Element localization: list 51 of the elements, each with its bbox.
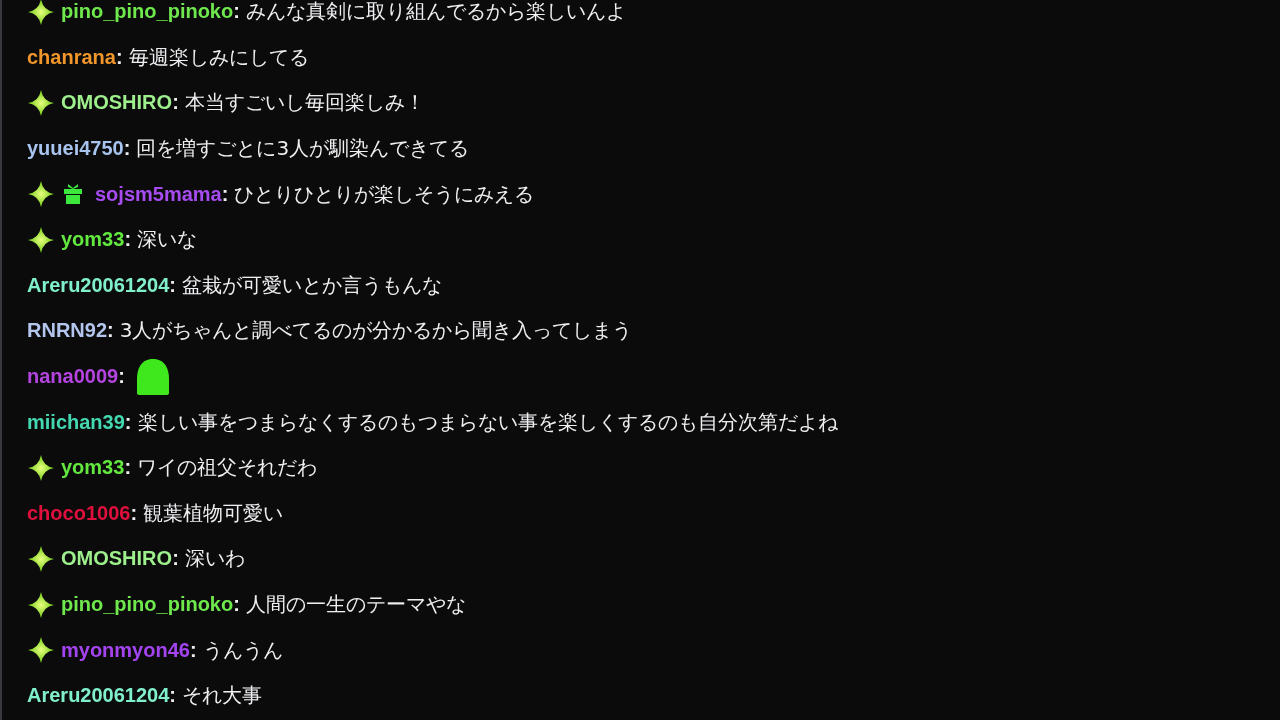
message-text: 毎週楽しみにしてる (128, 43, 309, 71)
colon: : (189, 638, 197, 662)
sparkle-badge-icon (27, 89, 55, 117)
message-text: 深いわ (184, 545, 245, 573)
username[interactable]: yuuei4750 (27, 137, 124, 161)
message-text: 3人がちゃんと調べてるのが分かるから聞き入ってしまう (119, 317, 633, 345)
username[interactable]: Areru20061204 (27, 273, 170, 297)
colon: : (221, 182, 229, 206)
username[interactable]: pino_pino_pinoko (61, 593, 234, 616)
username[interactable]: choco1006 (27, 501, 131, 525)
username[interactable]: chanrana (27, 45, 116, 69)
username[interactable]: OMOSHIRO (61, 91, 173, 115)
message-text: みんな真剣に取り組んでるから楽しいんよ (245, 0, 626, 26)
username[interactable]: OMOSHIRO (61, 547, 173, 571)
username[interactable]: RNRN92 (27, 319, 108, 343)
blob-emote-icon (134, 356, 171, 397)
colon: : (118, 365, 125, 389)
message-text: ひとりひとりが楽しそうにみえる (234, 180, 535, 208)
message-text: 深いな (137, 226, 198, 254)
username[interactable]: myonmyon46 (61, 638, 190, 662)
colon: : (107, 319, 114, 343)
username[interactable]: yom33 (61, 456, 125, 480)
username[interactable]: sojsm5mama (95, 182, 222, 206)
colon: : (130, 501, 138, 525)
message-text: 回を増すごとに3人が馴染んできてる (136, 135, 470, 163)
colon: : (115, 45, 123, 69)
message-text: それ大事 (182, 682, 262, 710)
gift-badge-icon (61, 182, 85, 207)
message-text: 観葉植物可愛い (143, 499, 284, 527)
colon: : (172, 547, 179, 571)
message-text: 盆栽が可愛いとか言うもんな (182, 271, 442, 299)
message-text: 人間の一生のテーマやな (245, 591, 466, 618)
colon: : (123, 137, 131, 161)
username[interactable]: nana0009 (27, 365, 119, 389)
username[interactable]: pino_pino_pinoko (61, 0, 234, 24)
colon: : (233, 593, 240, 616)
colon: : (233, 0, 240, 24)
colon: : (124, 456, 132, 480)
message-text: 楽しい事をつまらなくするのもつまらない事を楽しくするのも自分次第だよね (137, 408, 838, 436)
colon: : (169, 684, 176, 708)
username[interactable]: yom33 (61, 228, 125, 252)
colon: : (172, 91, 179, 115)
message-text: 本当すごいし毎回楽しみ！ (184, 89, 425, 117)
message-text: うんうん (202, 636, 283, 664)
message-text: ワイの祖父それだわ (137, 454, 318, 482)
username[interactable]: Areru20061204 (27, 684, 170, 708)
colon: : (124, 228, 132, 252)
colon: : (169, 273, 176, 297)
username[interactable]: miichan39 (27, 410, 125, 434)
colon: : (124, 410, 132, 434)
sparkle-badge-icon (27, 0, 55, 26)
